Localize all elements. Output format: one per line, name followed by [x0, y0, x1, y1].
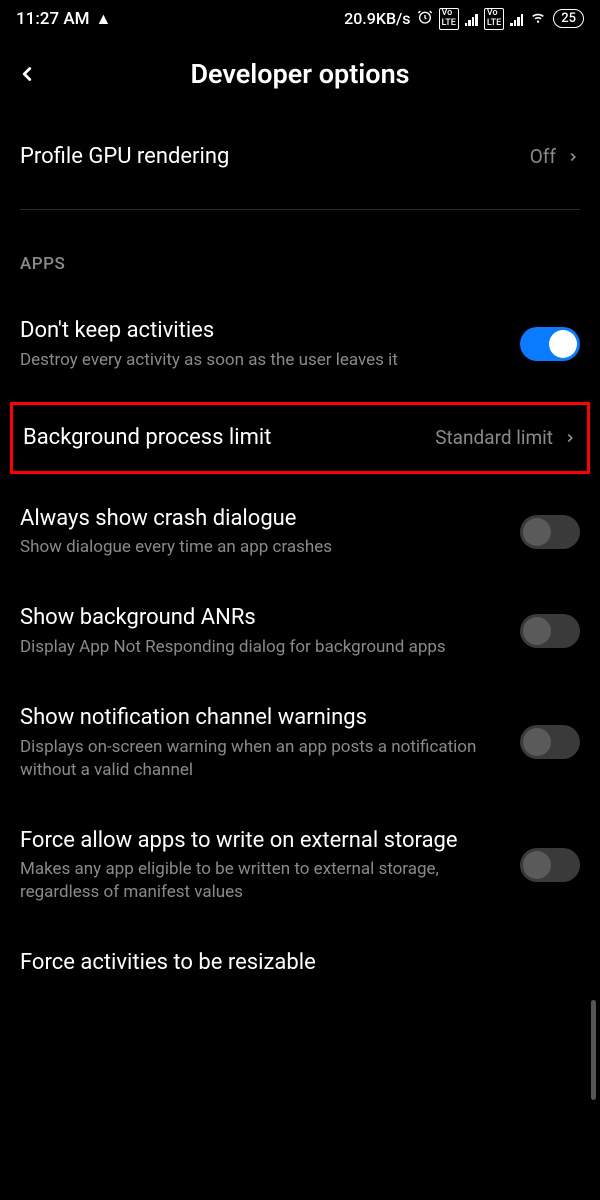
chevron-right-icon [566, 150, 580, 164]
data-rate: 20.9KB/s [344, 9, 410, 28]
setting-background-process-limit[interactable]: Background process limit Standard limit [10, 402, 590, 474]
setting-crash-dialogue[interactable]: Always show crash dialogue Show dialogue… [20, 482, 580, 582]
signal-icon-1 [465, 12, 478, 26]
setting-value: Standard limit [435, 426, 553, 449]
setting-force-resizable[interactable]: Force activities to be resizable [20, 926, 580, 1000]
alarm-icon [417, 9, 433, 29]
toggle-background-anrs[interactable] [520, 614, 580, 648]
scrollbar[interactable] [591, 1000, 596, 1100]
warning-icon: ▲ [96, 9, 112, 29]
setting-label: Force allow apps to write on external st… [20, 826, 508, 856]
setting-subtitle: Display App Not Responding dialog for ba… [20, 636, 508, 659]
toggle-notification-warnings[interactable] [520, 725, 580, 759]
page-title: Developer options [56, 58, 544, 90]
signal-icon-2 [510, 12, 523, 26]
setting-background-anrs[interactable]: Show background ANRs Display App Not Res… [20, 581, 580, 681]
setting-label: Show background ANRs [20, 603, 508, 633]
divider [20, 209, 580, 210]
setting-subtitle: Displays on-screen warning when an app p… [20, 736, 508, 782]
setting-value: Off [530, 145, 556, 168]
volte-icon-2: VoLTE [484, 8, 504, 30]
toggle-crash-dialogue[interactable] [520, 515, 580, 549]
battery-icon: 25 [553, 9, 584, 28]
volte-icon-1: VoLTE [439, 8, 459, 30]
setting-label: Profile GPU rendering [20, 142, 518, 172]
setting-profile-gpu[interactable]: Profile GPU rendering Off [20, 120, 580, 194]
setting-label: Force activities to be resizable [20, 948, 568, 978]
toggle-force-external-storage[interactable] [520, 848, 580, 882]
header: Developer options [0, 38, 600, 120]
section-header-apps: APPS [20, 226, 580, 294]
setting-label: Don't keep activities [20, 316, 508, 346]
chevron-right-icon [563, 431, 577, 445]
wifi-icon [529, 9, 547, 28]
setting-subtitle: Show dialogue every time an app crashes [20, 536, 508, 559]
setting-notification-warnings[interactable]: Show notification channel warnings Displ… [20, 681, 580, 804]
back-button[interactable] [16, 63, 56, 85]
setting-subtitle: Makes any app eligible to be written to … [20, 858, 508, 904]
status-time: 11:27 AM [16, 9, 90, 29]
setting-subtitle: Destroy every activity as soon as the us… [20, 349, 508, 372]
setting-label: Background process limit [23, 423, 423, 453]
status-bar: 11:27 AM ▲ 20.9KB/s VoLTE VoLTE 25 [0, 0, 600, 38]
setting-dont-keep-activities[interactable]: Don't keep activities Destroy every acti… [20, 294, 580, 394]
setting-force-external-storage[interactable]: Force allow apps to write on external st… [20, 804, 580, 927]
setting-label: Show notification channel warnings [20, 703, 508, 733]
setting-label: Always show crash dialogue [20, 504, 508, 534]
toggle-dont-keep-activities[interactable] [520, 327, 580, 361]
